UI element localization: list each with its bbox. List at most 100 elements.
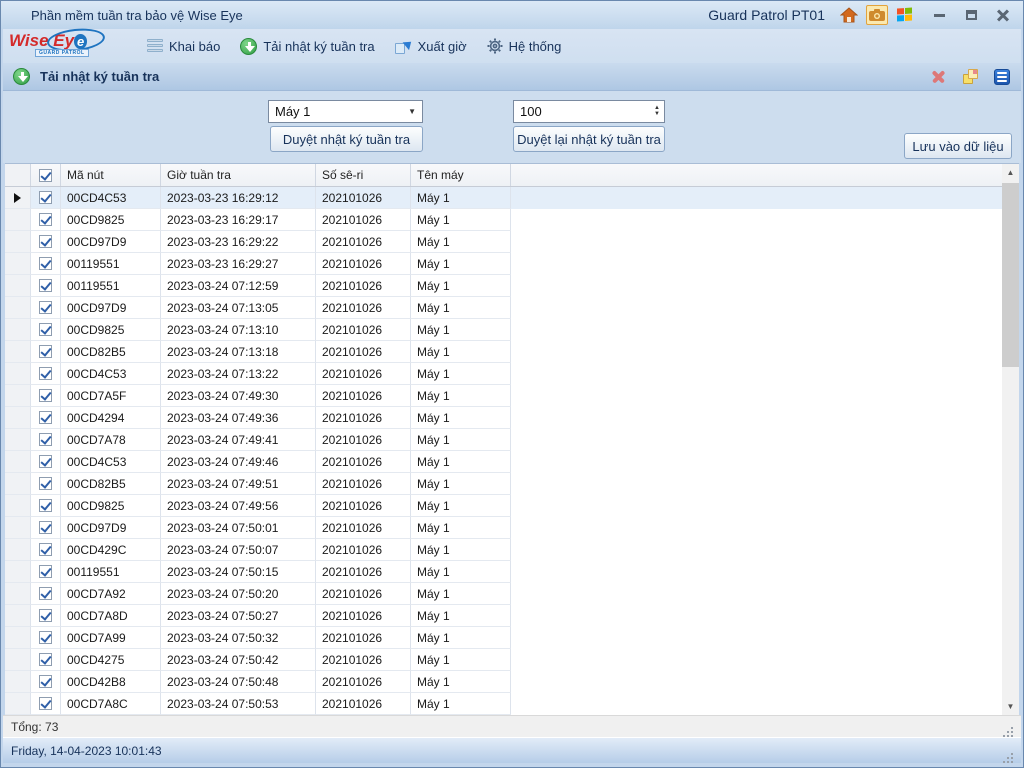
close-button[interactable]: [991, 6, 1015, 24]
row-checkbox[interactable]: [31, 363, 61, 385]
minimize-button[interactable]: [927, 6, 951, 24]
row-selector-cell[interactable]: [5, 671, 31, 693]
column-header-time[interactable]: Giờ tuần tra: [161, 164, 316, 186]
scroll-down-icon[interactable]: ▼: [1002, 698, 1019, 715]
log-count-spinner[interactable]: 100 ▲▼: [513, 100, 665, 123]
column-header-machine[interactable]: Tên máy: [411, 164, 511, 186]
row-selector-cell[interactable]: [5, 517, 31, 539]
table-row[interactable]: 00CD7A5F 2023-03-24 07:49:30 202101026 M…: [5, 385, 1002, 407]
spinner-arrows-icon[interactable]: ▲▼: [654, 106, 660, 117]
row-checkbox[interactable]: [31, 693, 61, 715]
table-row[interactable]: 00CD42B8 2023-03-24 07:50:48 202101026 M…: [5, 671, 1002, 693]
resize-grip-icon[interactable]: [1003, 753, 1013, 763]
camera-icon[interactable]: [866, 5, 888, 25]
row-checkbox[interactable]: [31, 473, 61, 495]
table-row[interactable]: 00CD82B5 2023-03-24 07:13:18 202101026 M…: [5, 341, 1002, 363]
table-row[interactable]: 00CD9825 2023-03-23 16:29:17 202101026 M…: [5, 209, 1002, 231]
row-selector-cell[interactable]: [5, 363, 31, 385]
table-row[interactable]: 00CD9825 2023-03-24 07:49:56 202101026 M…: [5, 495, 1002, 517]
browse-log-button[interactable]: Duyệt nhật ký tuần tra: [270, 126, 423, 152]
row-checkbox[interactable]: [31, 297, 61, 319]
table-row[interactable]: 00CD9825 2023-03-24 07:13:10 202101026 M…: [5, 319, 1002, 341]
table-row[interactable]: 00CD97D9 2023-03-24 07:13:05 202101026 M…: [5, 297, 1002, 319]
row-checkbox[interactable]: [31, 539, 61, 561]
table-row[interactable]: 00CD4294 2023-03-24 07:49:36 202101026 M…: [5, 407, 1002, 429]
row-selector-cell[interactable]: [5, 539, 31, 561]
table-row[interactable]: 00CD7A8C 2023-03-24 07:50:53 202101026 M…: [5, 693, 1002, 715]
table-row[interactable]: 00CD4275 2023-03-24 07:50:42 202101026 M…: [5, 649, 1002, 671]
menu-item-khai-bao[interactable]: Khai báo: [137, 35, 230, 58]
table-row[interactable]: 00CD4C53 2023-03-23 16:29:12 202101026 M…: [5, 187, 1002, 209]
table-row[interactable]: 00119551 2023-03-23 16:29:27 202101026 M…: [5, 253, 1002, 275]
scrollbar-thumb[interactable]: [1002, 183, 1019, 367]
row-selector-cell[interactable]: [5, 627, 31, 649]
row-selector-cell[interactable]: [5, 451, 31, 473]
table-row[interactable]: 00CD7A92 2023-03-24 07:50:20 202101026 M…: [5, 583, 1002, 605]
row-checkbox[interactable]: [31, 385, 61, 407]
row-selector-cell[interactable]: [5, 429, 31, 451]
table-row[interactable]: 00CD7A78 2023-03-24 07:49:41 202101026 M…: [5, 429, 1002, 451]
panel-list-icon[interactable]: [993, 68, 1011, 86]
row-checkbox[interactable]: [31, 649, 61, 671]
row-checkbox[interactable]: [31, 407, 61, 429]
menu-item-tai-nhat-ky[interactable]: Tải nhật ký tuần tra: [230, 34, 384, 59]
menu-item-xuat-gio[interactable]: Xuất giờ: [385, 35, 477, 58]
table-row[interactable]: 00CD7A8D 2023-03-24 07:50:27 202101026 M…: [5, 605, 1002, 627]
row-selector-cell[interactable]: [5, 605, 31, 627]
row-selector-cell[interactable]: [5, 693, 31, 715]
row-selector-cell[interactable]: [5, 495, 31, 517]
menu-item-he-thong[interactable]: Hệ thống: [477, 34, 572, 58]
windows-logo-icon[interactable]: [894, 5, 916, 25]
panel-restore-icon[interactable]: [961, 68, 979, 86]
row-checkbox[interactable]: [31, 561, 61, 583]
row-selector-cell[interactable]: [5, 649, 31, 671]
row-checkbox[interactable]: [31, 209, 61, 231]
row-selector-cell[interactable]: [5, 187, 31, 209]
table-row[interactable]: 00CD97D9 2023-03-24 07:50:01 202101026 M…: [5, 517, 1002, 539]
restore-button[interactable]: [959, 6, 983, 24]
home-icon[interactable]: [838, 5, 860, 25]
row-checkbox[interactable]: [31, 495, 61, 517]
row-selector-cell[interactable]: [5, 385, 31, 407]
row-checkbox[interactable]: [31, 517, 61, 539]
row-selector-cell[interactable]: [5, 253, 31, 275]
row-selector-cell[interactable]: [5, 319, 31, 341]
table-row[interactable]: 00CD82B5 2023-03-24 07:49:51 202101026 M…: [5, 473, 1002, 495]
row-checkbox[interactable]: [31, 451, 61, 473]
save-to-database-button[interactable]: Lưu vào dữ liệu: [904, 133, 1012, 159]
table-row[interactable]: 00119551 2023-03-24 07:50:15 202101026 M…: [5, 561, 1002, 583]
table-row[interactable]: 00CD7A99 2023-03-24 07:50:32 202101026 M…: [5, 627, 1002, 649]
resize-grip-icon[interactable]: [1003, 727, 1013, 737]
table-row[interactable]: 00CD4C53 2023-03-24 07:49:46 202101026 M…: [5, 451, 1002, 473]
machine-combobox[interactable]: Máy 1 ▼: [268, 100, 423, 123]
vertical-scrollbar[interactable]: ▲ ▼: [1002, 164, 1019, 715]
row-selector-cell[interactable]: [5, 275, 31, 297]
table-row[interactable]: 00119551 2023-03-24 07:12:59 202101026 M…: [5, 275, 1002, 297]
row-checkbox[interactable]: [31, 319, 61, 341]
row-selector-cell[interactable]: [5, 341, 31, 363]
row-selector-cell[interactable]: [5, 407, 31, 429]
row-checkbox[interactable]: [31, 275, 61, 297]
table-row[interactable]: 00CD97D9 2023-03-23 16:29:22 202101026 M…: [5, 231, 1002, 253]
row-checkbox[interactable]: [31, 341, 61, 363]
row-checkbox[interactable]: [31, 187, 61, 209]
row-selector-cell[interactable]: [5, 583, 31, 605]
table-row[interactable]: 00CD4C53 2023-03-24 07:13:22 202101026 M…: [5, 363, 1002, 385]
row-checkbox[interactable]: [31, 429, 61, 451]
row-checkbox[interactable]: [31, 253, 61, 275]
row-selector-cell[interactable]: [5, 231, 31, 253]
column-header-serial[interactable]: Số sê-ri: [316, 164, 411, 186]
row-checkbox[interactable]: [31, 671, 61, 693]
row-selector-cell[interactable]: [5, 297, 31, 319]
select-all-checkbox[interactable]: [31, 164, 61, 186]
row-checkbox[interactable]: [31, 605, 61, 627]
rebrowse-log-button[interactable]: Duyệt lại nhật ký tuần tra: [513, 126, 665, 152]
row-selector-cell[interactable]: [5, 561, 31, 583]
row-checkbox[interactable]: [31, 627, 61, 649]
row-selector-cell[interactable]: [5, 473, 31, 495]
row-checkbox[interactable]: [31, 583, 61, 605]
row-selector-cell[interactable]: [5, 209, 31, 231]
row-checkbox[interactable]: [31, 231, 61, 253]
scroll-up-icon[interactable]: ▲: [1002, 164, 1019, 181]
table-row[interactable]: 00CD429C 2023-03-24 07:50:07 202101026 M…: [5, 539, 1002, 561]
